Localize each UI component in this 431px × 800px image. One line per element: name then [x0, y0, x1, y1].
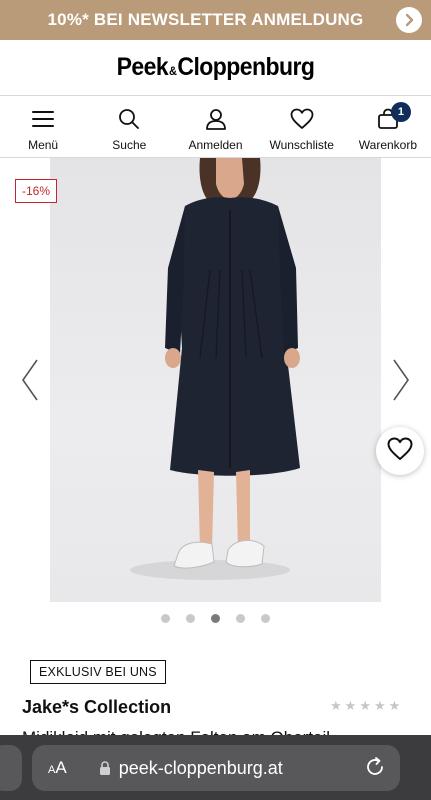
nav-label-search: Suche [112, 138, 147, 152]
logo-part-peek: Peek [116, 53, 169, 81]
heart-icon [290, 107, 314, 131]
product-gallery[interactable]: -16% [0, 158, 431, 602]
logo-part-cloppenburg: Cloppenburg [177, 53, 315, 81]
browser-toolbar: AA peek-cloppenburg.at [0, 735, 431, 800]
chevron-left-icon[interactable] [20, 358, 40, 407]
star-icon: ★ [373, 698, 386, 713]
previous-tab-preview[interactable] [0, 745, 22, 791]
hamburger-menu-icon [31, 107, 55, 131]
star-icon: ★ [344, 698, 357, 713]
product-brand[interactable]: Jake*s Collection [22, 697, 171, 718]
address-bar[interactable]: AA peek-cloppenburg.at [32, 745, 400, 791]
nav-label-cart: Warenkorb [358, 138, 418, 152]
gallery-dot[interactable] [211, 614, 220, 623]
brand-logo[interactable]: Peek & Cloppenburg [117, 53, 315, 82]
nav-item-cart[interactable]: 1 Warenkorb [345, 97, 431, 157]
chevron-right-icon[interactable] [391, 358, 411, 407]
search-icon [117, 107, 141, 131]
main-nav: Menü Suche Anmelden Wunschliste 1 Warenk… [0, 97, 431, 158]
user-icon [204, 107, 228, 131]
newsletter-promo-banner[interactable]: 10%* BEI NEWSLETTER ANMELDUNG [0, 0, 431, 40]
exclusive-badge: EXKLUSIV BEI UNS [30, 660, 166, 684]
nav-label-wishlist: Wunschliste [269, 138, 334, 152]
url-text: peek-cloppenburg.at [118, 757, 283, 778]
reload-icon[interactable] [364, 756, 386, 783]
nav-label-menu: Menü [28, 138, 59, 152]
add-to-wishlist-button[interactable] [376, 427, 424, 475]
text-size-button[interactable]: AA [48, 758, 67, 778]
gallery-dot[interactable] [161, 614, 170, 623]
logo-ampersand: & [169, 64, 177, 78]
chevron-right-icon[interactable] [396, 7, 422, 33]
star-icon: ★ [359, 698, 371, 713]
rating-stars[interactable]: ★ ★ ★ ★ ★ [330, 698, 400, 714]
star-icon: ★ [388, 698, 401, 713]
cart-count-badge: 1 [390, 102, 411, 122]
nav-label-login: Anmelden [188, 138, 243, 152]
gallery-dot[interactable] [186, 614, 195, 623]
discount-badge: -16% [15, 179, 58, 203]
product-page: 10%* BEI NEWSLETTER ANMELDUNG Peek & Clo… [0, 0, 431, 800]
product-image[interactable] [50, 158, 381, 602]
nav-item-login[interactable]: Anmelden [172, 97, 258, 157]
logo-bar: Peek & Cloppenburg [0, 40, 431, 96]
lock-icon [99, 759, 113, 777]
nav-item-search[interactable]: Suche [86, 97, 172, 157]
heart-icon [387, 437, 413, 466]
star-icon: ★ [330, 698, 342, 713]
gallery-dot[interactable] [261, 614, 270, 623]
nav-item-menu[interactable]: Menü [0, 97, 86, 157]
promo-text: 10%* BEI NEWSLETTER ANMELDUNG [47, 10, 364, 29]
gallery-pagination [0, 614, 431, 623]
gallery-dot[interactable] [236, 614, 245, 623]
nav-item-wishlist[interactable]: Wunschliste [259, 97, 345, 157]
